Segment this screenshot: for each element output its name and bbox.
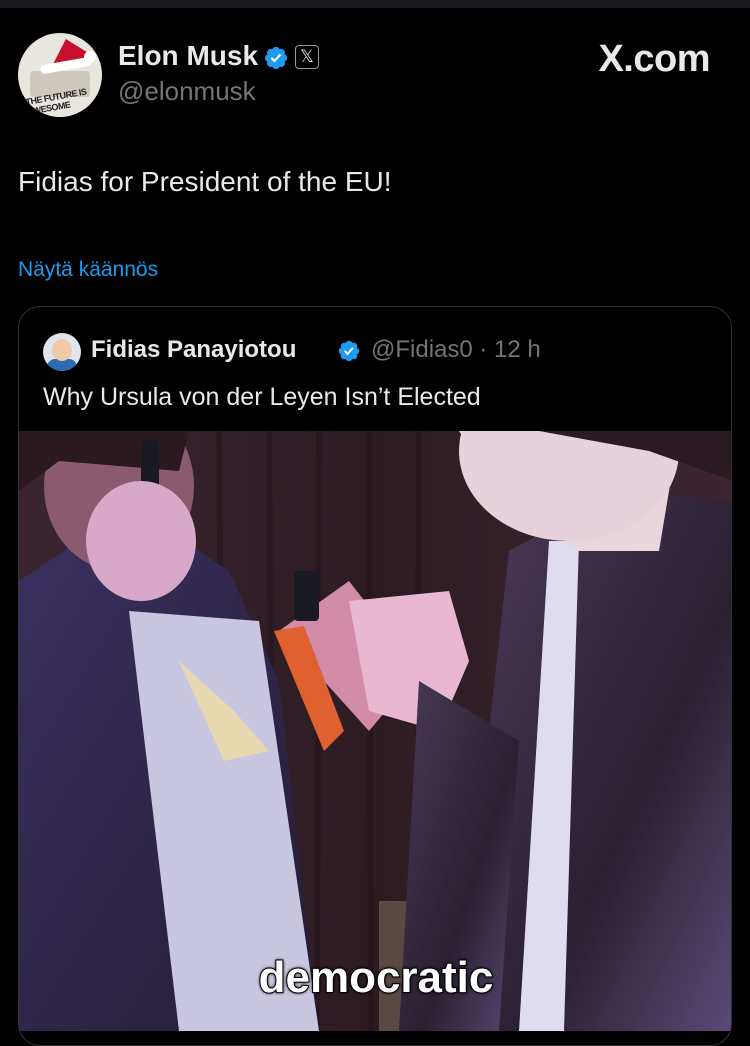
tweet-text: Fidias for President of the EU! xyxy=(18,166,392,197)
video-subtitle: democratic xyxy=(258,952,495,1003)
quoted-author-name[interactable]: Fidias Panayiotou xyxy=(91,336,296,364)
quoted-handle-time[interactable]: @Fidias0 · 12 h xyxy=(371,336,541,364)
quoted-author-avatar[interactable] xyxy=(43,333,81,371)
translate-link[interactable]: Näytä käännös xyxy=(18,258,158,282)
author-avatar[interactable]: THE FUTURE IS AWESOME xyxy=(18,33,102,117)
brand-watermark: X.com xyxy=(598,38,710,80)
verified-badge-icon xyxy=(264,46,288,70)
hat-pom xyxy=(84,51,96,63)
quoted-verified-badge-icon xyxy=(338,340,360,362)
author-name[interactable]: Elon Musk xyxy=(118,40,258,72)
x-affiliate-badge-icon: 𝕏 xyxy=(295,45,319,69)
video-frame xyxy=(19,431,731,1031)
top-bar xyxy=(0,0,750,8)
quoted-tweet-text: Why Ursula von der Leyen Isn’t Elected xyxy=(43,383,481,411)
avatar-face xyxy=(52,339,72,361)
author-handle[interactable]: @elonmusk xyxy=(118,76,256,107)
quoted-tweet-card[interactable]: Fidias Panayiotou @Fidias0 · 12 h Why Ur… xyxy=(18,306,732,1046)
video-player[interactable]: democratic xyxy=(19,431,731,1031)
